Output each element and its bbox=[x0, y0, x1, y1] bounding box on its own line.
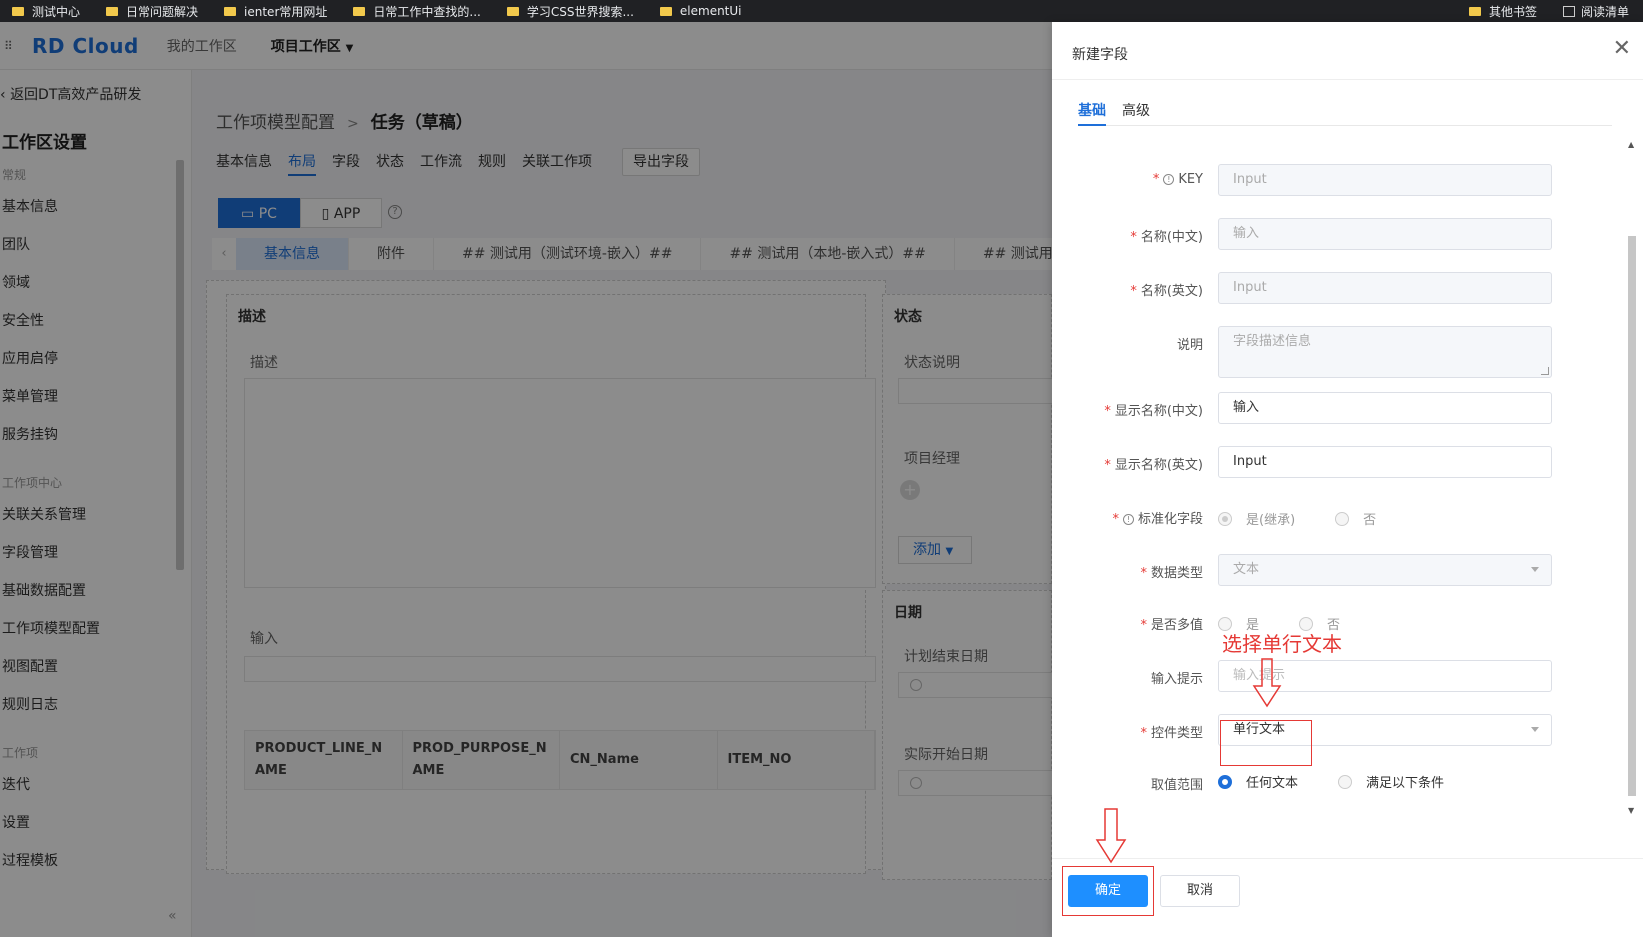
required-mark: * bbox=[1112, 512, 1119, 527]
label-description: 说明 bbox=[1176, 338, 1203, 353]
bookmark[interactable]: 日常工作中查找的... bbox=[353, 3, 481, 20]
info-icon[interactable]: ! bbox=[1163, 174, 1175, 185]
value-range-radio-group: 任何文本 满足以下条件 bbox=[1218, 772, 1484, 791]
required-mark: * bbox=[1104, 458, 1111, 473]
required-mark: * bbox=[1104, 404, 1111, 419]
drawer-header: 新建字段 ✕ bbox=[1052, 22, 1643, 80]
display-name-cn-input[interactable]: 输入 bbox=[1218, 392, 1552, 424]
new-field-form: *! KEY Input * 名称(中文) 输入 * 名称(英文) Input 说明 … bbox=[1052, 140, 1643, 840]
label-input-hint: 输入提示 bbox=[1150, 672, 1203, 687]
radio-label: 满足以下条件 bbox=[1366, 776, 1445, 791]
required-mark: * bbox=[1140, 618, 1147, 633]
chevron-down-icon bbox=[1531, 567, 1539, 572]
chevron-down-icon bbox=[1531, 727, 1539, 732]
folder-icon bbox=[659, 6, 672, 16]
folder-icon bbox=[506, 6, 519, 16]
new-field-drawer: 新建字段 ✕ 基础 高级 *! KEY Input * 名称(中文) 输入 * 名称(… bbox=[1052, 22, 1643, 937]
drawer-tabs: 基础 高级 bbox=[1078, 100, 1612, 126]
label-display-name-en: * 显示名称(英文) bbox=[1104, 458, 1203, 473]
scrollbar-thumb[interactable] bbox=[1628, 236, 1636, 796]
annotation-arrow-down-icon bbox=[1252, 658, 1282, 708]
name-en-input[interactable]: Input bbox=[1218, 272, 1552, 304]
required-mark: * bbox=[1140, 566, 1147, 581]
label-multi-value: * 是否多值 bbox=[1140, 618, 1203, 633]
drawer-title: 新建字段 bbox=[1072, 47, 1128, 63]
folder-icon bbox=[12, 6, 24, 16]
radio-any-text[interactable] bbox=[1218, 774, 1232, 789]
tab-advanced[interactable]: 高级 bbox=[1122, 100, 1150, 126]
bookmark[interactable]: 测试中心 bbox=[12, 3, 80, 20]
drawer-scrollbar[interactable]: ▲ ▼ bbox=[1626, 140, 1638, 820]
radio-conditions[interactable] bbox=[1338, 774, 1353, 789]
standard-field-radio-group: 是(继承) 否 bbox=[1218, 509, 1416, 528]
folder-icon bbox=[224, 6, 237, 16]
reading-list-icon bbox=[1562, 5, 1575, 17]
description-textarea[interactable]: 字段描述信息 bbox=[1218, 326, 1552, 378]
bookmark[interactable]: 学习CSS世界搜索... bbox=[506, 3, 634, 20]
reading-list[interactable]: 阅读清单 bbox=[1562, 3, 1629, 20]
required-mark: * bbox=[1130, 230, 1137, 245]
resize-handle-icon[interactable] bbox=[1541, 367, 1549, 375]
label-key: *! KEY bbox=[1152, 172, 1203, 187]
tab-basic[interactable]: 基础 bbox=[1078, 100, 1106, 126]
close-icon[interactable]: ✕ bbox=[1613, 38, 1631, 60]
info-icon[interactable]: ! bbox=[1122, 514, 1134, 525]
required-mark: * bbox=[1140, 726, 1147, 741]
radio-label: 任何文本 bbox=[1246, 776, 1299, 791]
annotation-text: 选择单行文本 bbox=[1222, 632, 1342, 656]
radio-label: 是(继承) bbox=[1246, 513, 1296, 528]
label-name-en: * 名称(英文) bbox=[1130, 284, 1203, 299]
scroll-down-icon[interactable]: ▼ bbox=[1628, 806, 1634, 815]
label-standard-field: *! 标准化字段 bbox=[1112, 512, 1203, 527]
label-display-name-cn: * 显示名称(中文) bbox=[1104, 404, 1203, 419]
annotation-box-control-type bbox=[1220, 720, 1312, 766]
display-name-en-input[interactable]: Input bbox=[1218, 446, 1552, 478]
scroll-up-icon[interactable]: ▲ bbox=[1628, 140, 1634, 149]
bookmark[interactable]: elementUi bbox=[659, 4, 742, 18]
other-bookmarks[interactable]: 其他书签 bbox=[1468, 3, 1537, 20]
annotation-arrow-down-icon bbox=[1095, 808, 1127, 864]
key-input[interactable]: Input bbox=[1218, 164, 1552, 196]
radio-label: 否 bbox=[1363, 513, 1377, 528]
cancel-button[interactable]: 取消 bbox=[1160, 875, 1240, 907]
label-data-type: * 数据类型 bbox=[1140, 566, 1203, 581]
label-value-range: 取值范围 bbox=[1150, 778, 1203, 793]
folder-icon bbox=[106, 6, 119, 16]
folder-icon bbox=[1468, 6, 1481, 16]
label-control-type: * 控件类型 bbox=[1140, 726, 1203, 741]
radio-standard-yes[interactable] bbox=[1218, 511, 1232, 526]
required-mark: * bbox=[1130, 284, 1137, 299]
name-cn-input[interactable]: 输入 bbox=[1218, 218, 1552, 250]
bookmark[interactable]: ienter常用网址 bbox=[224, 3, 327, 20]
bookmarks-bar: 测试中心 日常问题解决 ienter常用网址 日常工作中查找的... 学习CSS… bbox=[0, 0, 1643, 22]
annotation-box-confirm bbox=[1062, 866, 1154, 916]
radio-standard-no[interactable] bbox=[1335, 511, 1350, 526]
folder-icon bbox=[353, 6, 366, 16]
required-mark: * bbox=[1152, 172, 1160, 187]
data-type-select[interactable]: 文本 bbox=[1218, 554, 1552, 586]
label-name-cn: * 名称(中文) bbox=[1130, 230, 1203, 245]
bookmark[interactable]: 日常问题解决 bbox=[106, 3, 198, 20]
modal-overlay[interactable] bbox=[0, 22, 1052, 937]
